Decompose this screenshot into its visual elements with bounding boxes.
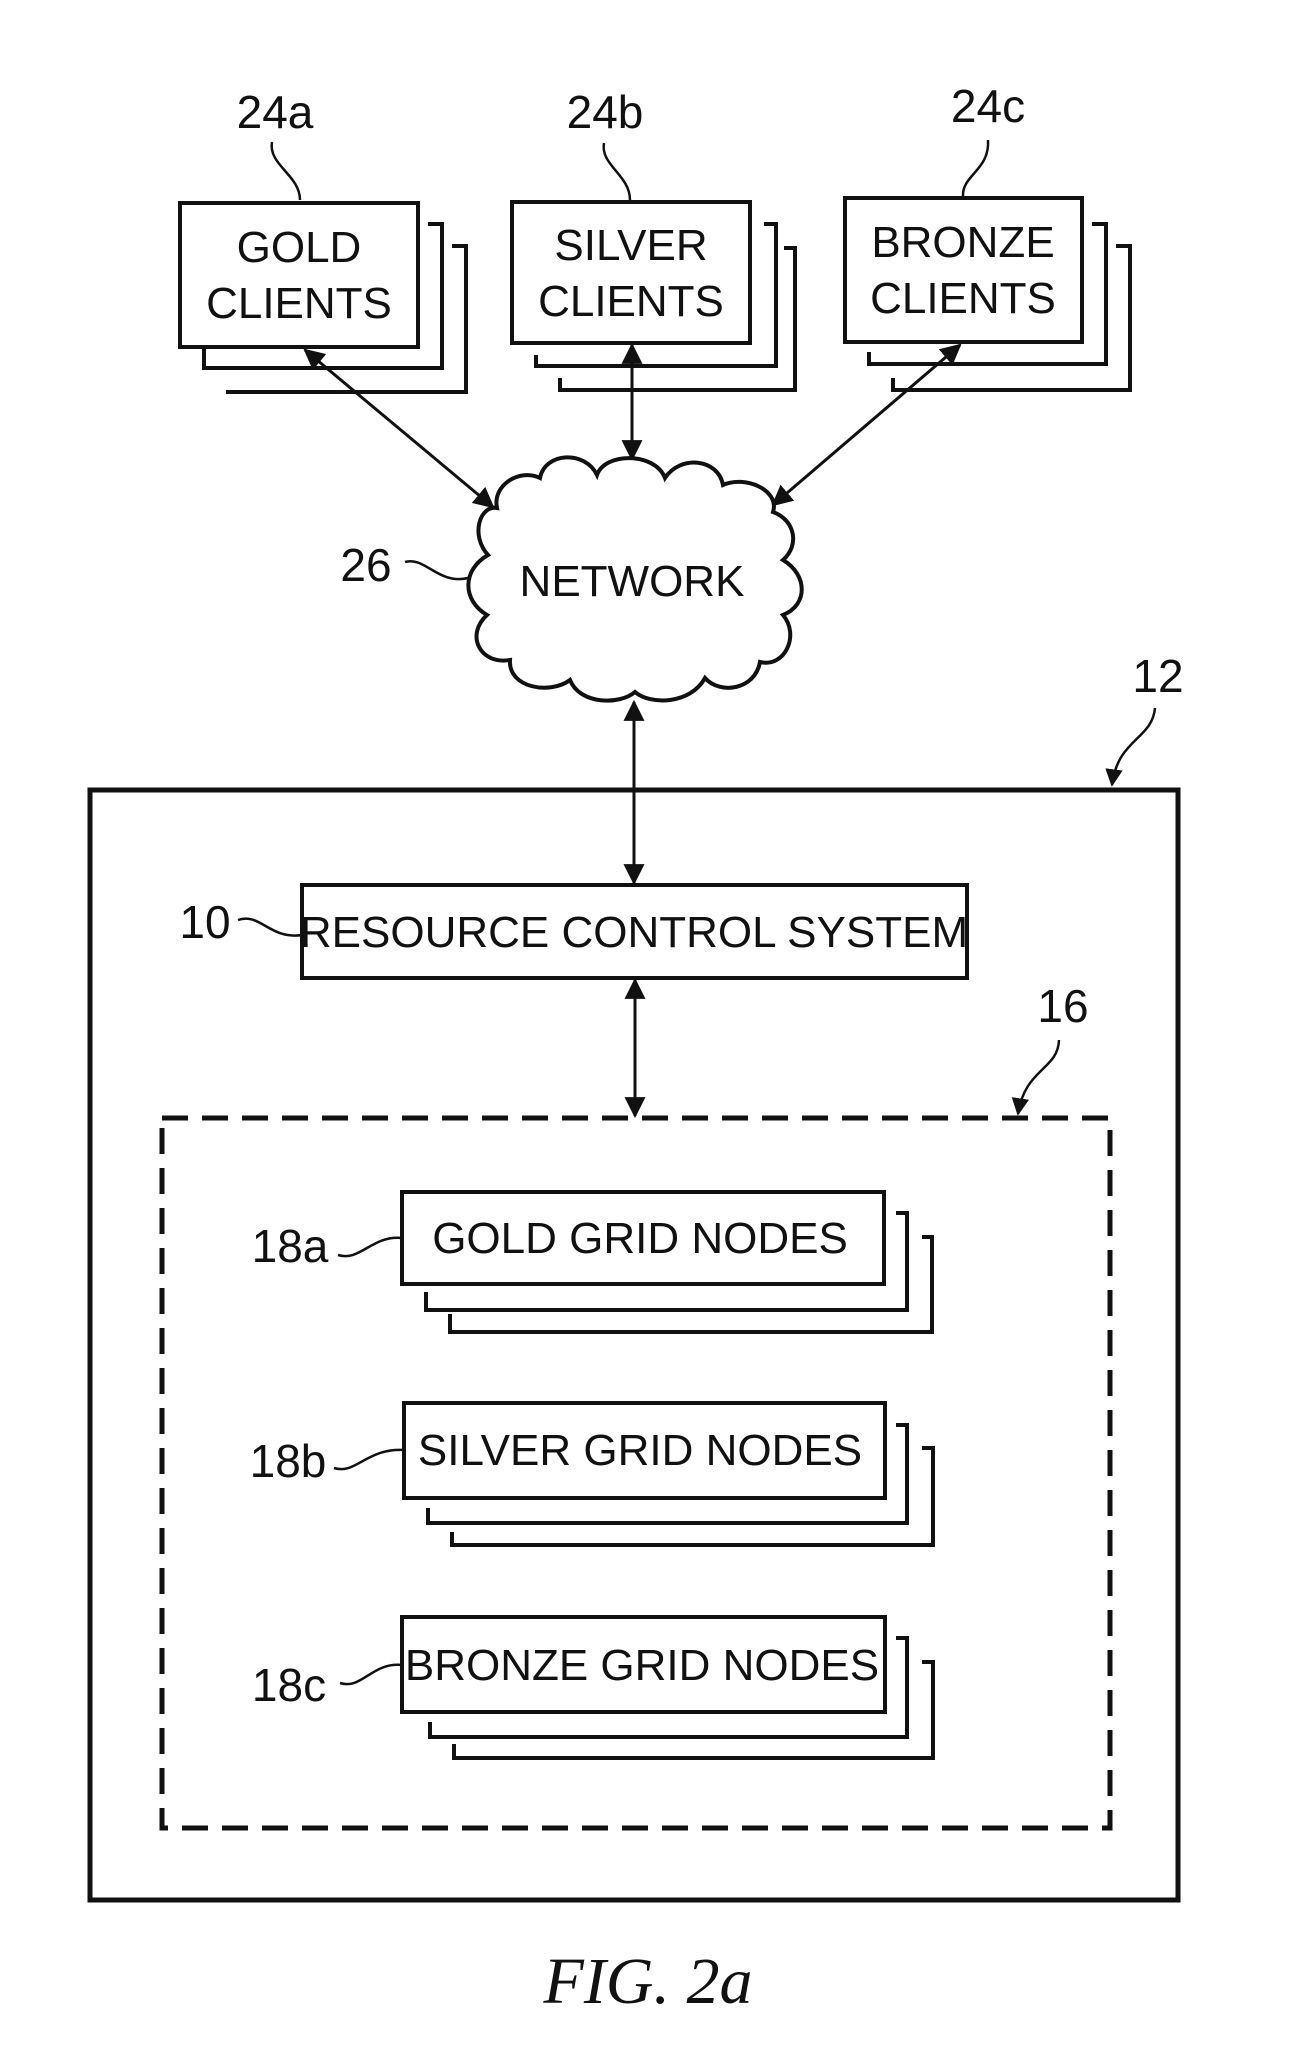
network-label: NETWORK xyxy=(520,557,745,606)
gold-clients-group: GOLD CLIENTS 24a xyxy=(178,86,468,394)
resource-control-system-label: RESOURCE CONTROL SYSTEM xyxy=(300,908,968,957)
ref-24b: 24b xyxy=(567,86,644,138)
ref-24a-leader xyxy=(270,141,302,201)
bronze-grid-nodes-label: BRONZE GRID NODES xyxy=(405,1641,879,1690)
bronze-clients-label-2: CLIENTS xyxy=(870,274,1056,323)
ref-10: 10 xyxy=(179,896,230,948)
arrow-bronze-network xyxy=(771,343,962,507)
silver-grid-nodes-label: SILVER GRID NODES xyxy=(418,1426,862,1475)
ref-26: 26 xyxy=(340,539,391,591)
ref-18c: 18c xyxy=(252,1659,326,1711)
ref-18a: 18a xyxy=(252,1220,329,1272)
silver-clients-label-1: SILVER xyxy=(554,221,707,270)
gold-grid-nodes-group: GOLD GRID NODES 18a xyxy=(252,1190,934,1334)
patent-figure: GOLD CLIENTS 24a SILVER CLIENTS 24b BRON… xyxy=(87,80,1184,2018)
figure-caption: FIG. 2a xyxy=(543,1945,753,2018)
ref-16-leader xyxy=(1011,1039,1061,1116)
ref-10-leader xyxy=(237,917,303,937)
ref-24c: 24c xyxy=(951,80,1025,132)
ref-18a-leader xyxy=(337,1236,403,1258)
bronze-grid-nodes-group: BRONZE GRID NODES 18c xyxy=(252,1615,935,1760)
ref-16: 16 xyxy=(1037,980,1088,1032)
silver-grid-nodes-group: SILVER GRID NODES 18b xyxy=(250,1401,935,1547)
silver-clients-group: SILVER CLIENTS 24b xyxy=(510,86,797,392)
ref-24a: 24a xyxy=(237,86,314,138)
ref-12: 12 xyxy=(1132,650,1183,702)
gold-grid-nodes-label: GOLD GRID NODES xyxy=(432,1214,848,1263)
bronze-clients-label-1: BRONZE xyxy=(871,218,1054,267)
bronze-clients-group: BRONZE CLIENTS 24c xyxy=(843,80,1132,392)
gold-clients-label-1: GOLD xyxy=(237,223,362,272)
silver-clients-label-2: CLIENTS xyxy=(538,277,724,326)
ref-18b: 18b xyxy=(250,1435,327,1487)
ref-18b-leader xyxy=(333,1448,405,1471)
ref-24b-leader xyxy=(602,142,632,201)
ref-18c-leader xyxy=(339,1663,403,1686)
ref-26-leader xyxy=(404,559,469,581)
network-cloud: NETWORK xyxy=(466,455,804,703)
ref-24c-leader xyxy=(961,139,990,197)
gold-clients-label-2: CLIENTS xyxy=(206,279,392,328)
ref-12-leader xyxy=(1105,707,1157,787)
